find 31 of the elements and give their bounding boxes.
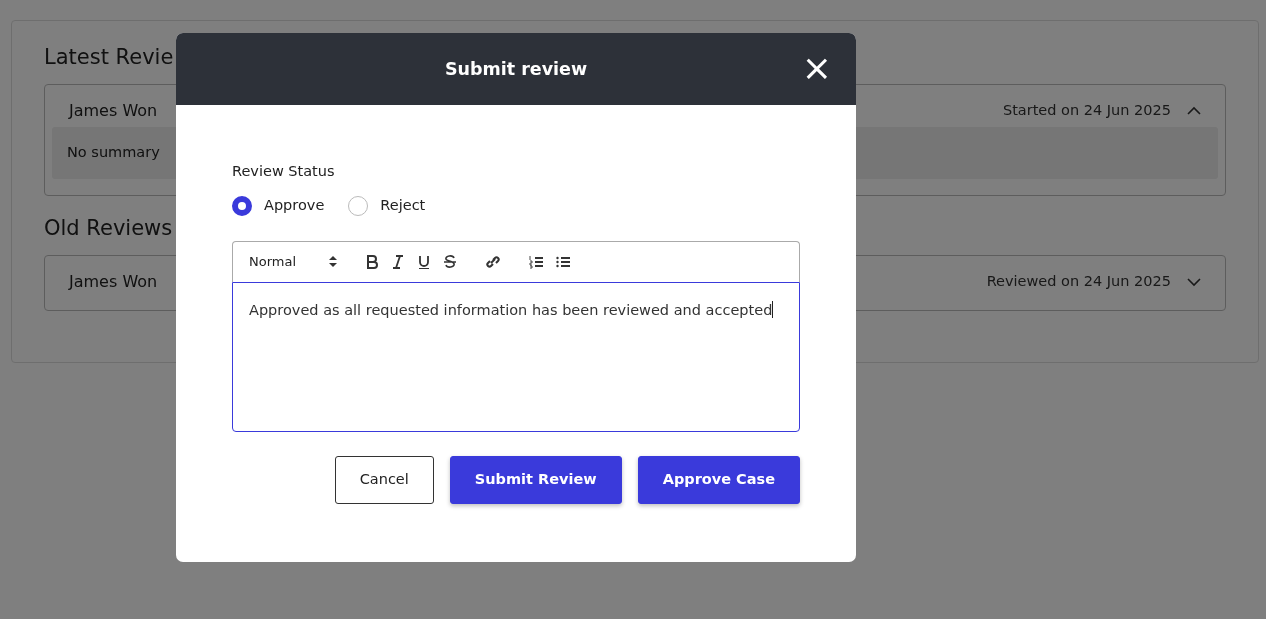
radio-label: Reject <box>380 195 426 215</box>
field-label: Review Status <box>232 162 336 181</box>
section-heading: Latest Revie <box>44 45 174 71</box>
review-date: Reviewed on 24 Jun 2025 <box>986 272 1171 292</box>
chevron-down-icon[interactable] <box>1187 277 1201 288</box>
radio-option[interactable]: Approve <box>232 194 325 217</box>
bullet-list-icon <box>556 254 571 269</box>
link-icon <box>485 254 501 269</box>
bold-icon <box>365 254 379 269</box>
modal-title: Submit review <box>444 57 588 81</box>
italic-icon <box>391 254 405 269</box>
reviewer-name: James Won <box>69 100 158 123</box>
radio-button[interactable] <box>348 195 369 216</box>
reviewer-name: James Won <box>69 271 158 294</box>
close-button[interactable]: × <box>797 50 836 86</box>
radio-label: Approve <box>264 195 325 215</box>
strikethrough-icon <box>443 254 457 269</box>
section-heading: Old Reviews <box>44 215 173 242</box>
text-cursor <box>772 300 774 318</box>
format-dropdown[interactable]: Normal <box>249 251 337 272</box>
numbered-list-icon <box>529 254 544 269</box>
radio-option[interactable]: Reject <box>348 194 426 217</box>
cancel-button[interactable]: Cancel <box>334 455 434 504</box>
sort-arrows-icon <box>329 256 337 267</box>
action-button[interactable]: Submit Review <box>449 455 622 504</box>
radio-button[interactable] <box>232 195 252 216</box>
text-editor[interactable]: Approved as all requested information has been reviewed and accepted <box>232 281 800 432</box>
chevron-up-icon[interactable] <box>1187 106 1201 117</box>
underline-icon <box>417 254 431 269</box>
review-date: Started on 24 Jun 2025 <box>1002 101 1171 121</box>
action-button[interactable]: Approve Case <box>637 455 800 504</box>
